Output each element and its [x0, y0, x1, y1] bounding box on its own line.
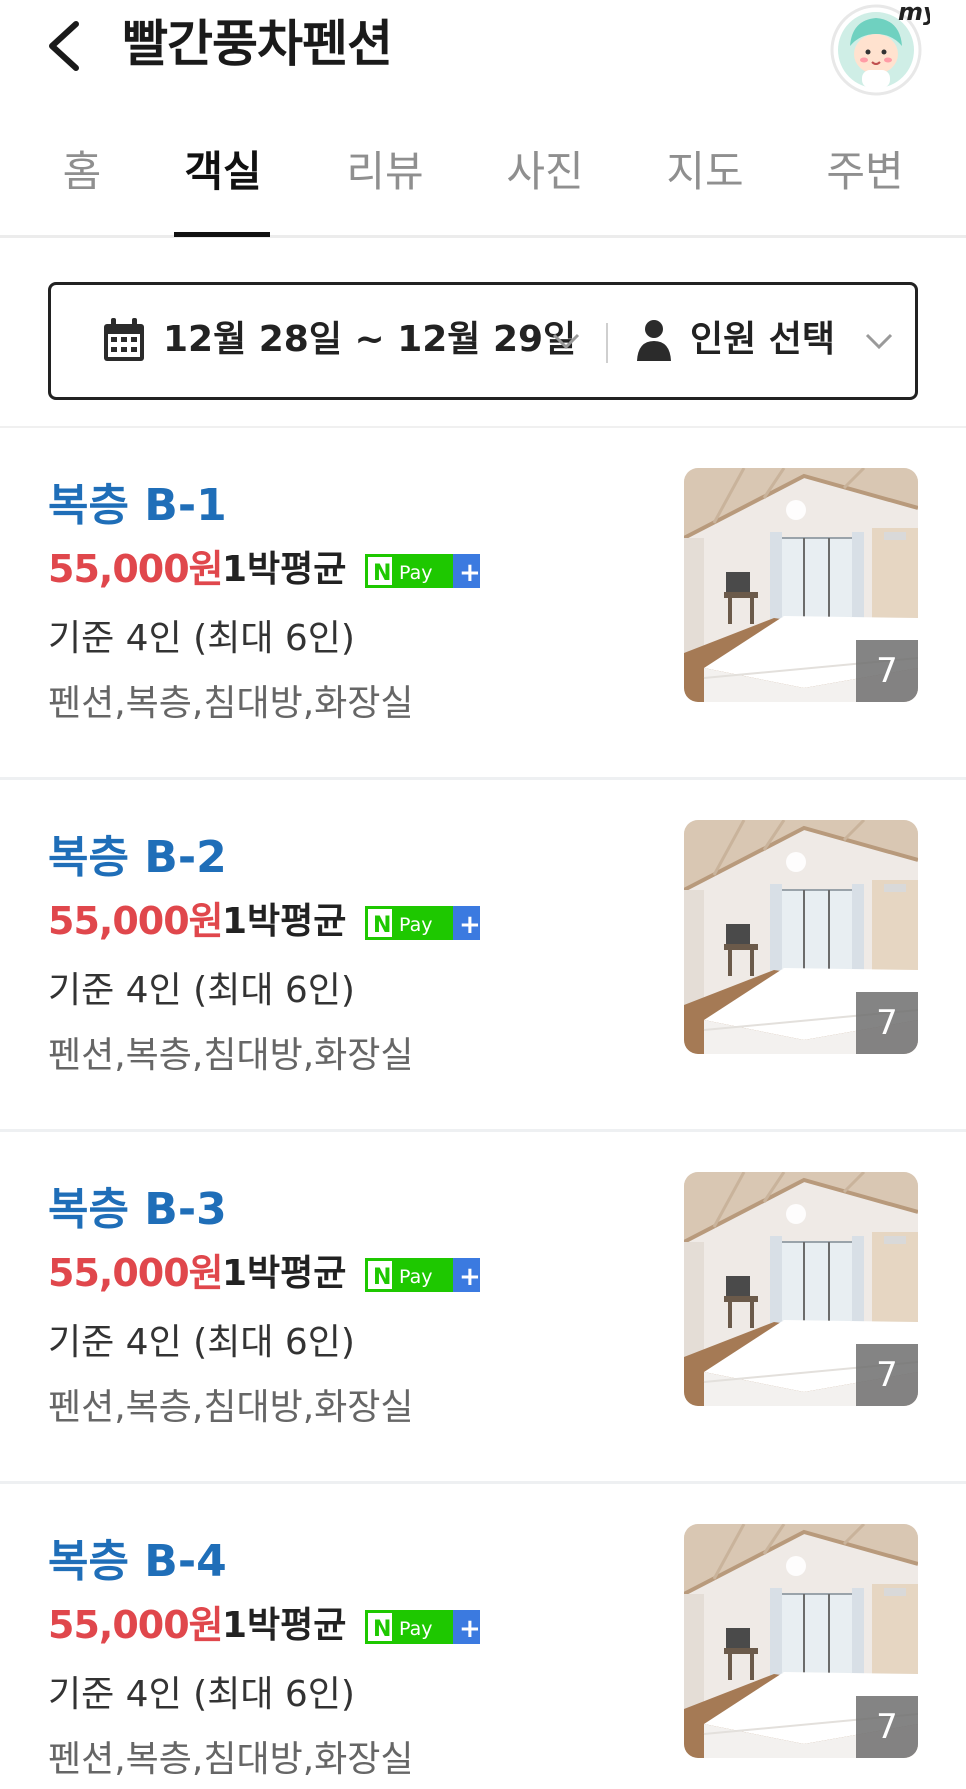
tab-bar: 홈 객실 리뷰 사진 지도 주변	[0, 130, 966, 238]
date-selector[interactable]: 12월 28일 ~ 12월 29일	[51, 285, 606, 397]
room-card[interactable]: 복층 B-1 55,000원 1박평균 N Pay + 기준 4인 (최대 6인…	[0, 428, 966, 780]
photo-count-badge: 7	[856, 1696, 918, 1758]
room-photo[interactable]: 7	[684, 1172, 918, 1406]
avatar-icon: my	[830, 0, 940, 96]
guest-count-text: 인원 선택	[690, 319, 836, 360]
guest-selector[interactable]: 인원 선택	[608, 285, 918, 397]
price-unit-label: 1박평균	[222, 1253, 347, 1294]
room-price: 55,000원	[48, 1603, 224, 1647]
npay-plus-badge: N Pay +	[365, 554, 480, 588]
page-title: 빨간풍차펜션	[122, 15, 393, 73]
photo-count-badge: 7	[856, 992, 918, 1054]
chevron-down-icon	[865, 333, 893, 350]
chevron-left-icon	[49, 21, 79, 71]
room-capacity: 기준 4인 (최대 6인)	[48, 618, 355, 659]
room-features: 펜션,복층,침대방,화장실	[48, 1035, 414, 1076]
room-features: 펜션,복층,침대방,화장실	[48, 1739, 414, 1780]
npay-plus-badge: N Pay +	[365, 1610, 480, 1644]
price-unit-label: 1박평균	[222, 549, 347, 590]
tab-rooms[interactable]: 객실	[180, 142, 266, 202]
room-features: 펜션,복층,침대방,화장실	[48, 683, 414, 724]
tab-map[interactable]: 지도	[662, 142, 748, 202]
room-capacity: 기준 4인 (최대 6인)	[48, 970, 355, 1011]
avatar-my-label: my	[898, 0, 930, 26]
npay-plus-badge: N Pay +	[365, 1258, 480, 1292]
svg-text:N: N	[373, 1265, 391, 1290]
tab-reviews[interactable]: 리뷰	[342, 142, 428, 202]
room-name: 복층 B-4	[48, 1536, 227, 1587]
booking-filter: 12월 28일 ~ 12월 29일 인원 선택	[48, 282, 918, 400]
price-unit-label: 1박평균	[222, 1605, 347, 1646]
svg-text:+: +	[459, 558, 480, 588]
room-price: 55,000원	[48, 1251, 224, 1295]
photo-count-badge: 7	[856, 640, 918, 702]
active-tab-indicator	[174, 232, 270, 237]
room-photo[interactable]: 7	[684, 820, 918, 1054]
svg-text:Pay: Pay	[399, 1266, 433, 1288]
room-capacity: 기준 4인 (최대 6인)	[48, 1674, 355, 1715]
back-button[interactable]	[44, 14, 88, 78]
room-price: 55,000원	[48, 547, 224, 591]
svg-text:N: N	[373, 913, 391, 938]
date-range-text: 12월 28일 ~ 12월 29일	[163, 319, 577, 360]
room-photo[interactable]: 7	[684, 1524, 918, 1758]
room-card[interactable]: 복층 B-3 55,000원 1박평균 N Pay + 기준 4인 (최대 6인…	[0, 1132, 966, 1484]
tab-home[interactable]: 홈	[58, 142, 106, 202]
room-photo[interactable]: 7	[684, 468, 918, 702]
price-unit-label: 1박평균	[222, 901, 347, 942]
person-icon	[637, 320, 671, 361]
svg-text:Pay: Pay	[399, 1618, 433, 1640]
svg-text:N: N	[373, 561, 391, 586]
chevron-down-icon	[552, 333, 580, 350]
svg-text:+: +	[459, 1614, 480, 1644]
app-header: 빨간풍차펜션 my	[0, 0, 966, 100]
calendar-icon	[104, 318, 144, 361]
room-name: 복층 B-3	[48, 1184, 227, 1235]
svg-text:N: N	[373, 1617, 391, 1642]
room-name: 복층 B-1	[48, 480, 227, 531]
room-card[interactable]: 복층 B-4 55,000원 1박평균 N Pay + 기준 4인 (최대 6인…	[0, 1484, 966, 1789]
npay-plus-badge: N Pay +	[365, 906, 480, 940]
tab-photos[interactable]: 사진	[502, 142, 588, 202]
svg-text:Pay: Pay	[399, 914, 433, 936]
room-price: 55,000원	[48, 899, 224, 943]
svg-text:Pay: Pay	[399, 562, 433, 584]
svg-text:+: +	[459, 910, 480, 940]
photo-count-badge: 7	[856, 1344, 918, 1406]
room-capacity: 기준 4인 (최대 6인)	[48, 1322, 355, 1363]
room-card[interactable]: 복층 B-2 55,000원 1박평균 N Pay + 기준 4인 (최대 6인…	[0, 780, 966, 1132]
room-features: 펜션,복층,침대방,화장실	[48, 1387, 414, 1428]
tab-nearby[interactable]: 주변	[822, 142, 908, 202]
my-avatar-button[interactable]: my	[830, 0, 940, 96]
room-name: 복층 B-2	[48, 832, 227, 883]
svg-text:+: +	[459, 1262, 480, 1292]
